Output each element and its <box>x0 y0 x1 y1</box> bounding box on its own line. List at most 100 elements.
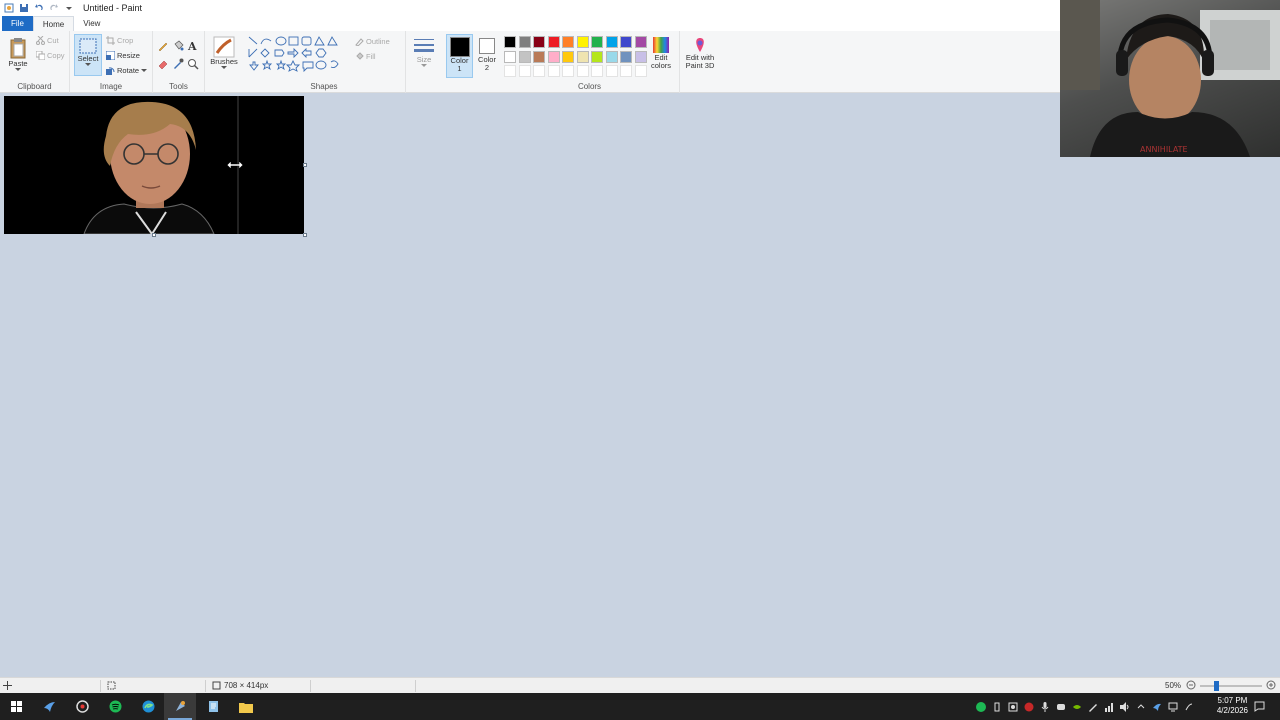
discord-tray-icon[interactable] <box>1055 701 1066 712</box>
shapes-group-label: Shapes <box>310 82 338 91</box>
custom-color-slot[interactable] <box>504 65 516 77</box>
microphone-tray-icon[interactable] <box>1039 701 1050 712</box>
custom-color-slot[interactable] <box>533 65 545 77</box>
custom-color-slot[interactable] <box>576 65 589 77</box>
zoom-in-icon[interactable] <box>1266 680 1276 692</box>
selection-size-icon <box>107 681 116 692</box>
custom-color-slot[interactable] <box>591 65 603 77</box>
color-swatch[interactable] <box>576 50 589 63</box>
network-tray-icon[interactable] <box>1103 701 1114 712</box>
color-swatch[interactable] <box>533 50 545 63</box>
copy-button[interactable]: Copy <box>36 51 65 60</box>
color-swatch[interactable] <box>591 50 603 63</box>
color-swatch[interactable] <box>634 36 647 48</box>
resize-handle-right[interactable] <box>303 163 307 167</box>
custom-color-slot[interactable] <box>620 65 632 77</box>
chevron-up-icon[interactable] <box>1135 701 1146 712</box>
custom-color-slot[interactable] <box>547 65 560 77</box>
spotify-tray-icon[interactable] <box>975 701 986 712</box>
color-swatch[interactable] <box>518 36 531 48</box>
color2-button[interactable]: Color 2 <box>476 36 498 72</box>
customize-toolbar-chevron-icon[interactable] <box>63 2 75 14</box>
color-swatch[interactable] <box>504 50 516 63</box>
color-swatch[interactable] <box>547 36 560 48</box>
color-swatch[interactable] <box>547 50 560 63</box>
color-swatch[interactable] <box>634 50 647 63</box>
color-swatch[interactable] <box>562 36 574 48</box>
resize-handle-corner[interactable] <box>303 233 307 237</box>
edit-colors-button[interactable]: Edit colors <box>647 36 675 70</box>
display-tray-icon[interactable] <box>1167 701 1178 712</box>
zoom-out-icon[interactable] <box>1186 680 1196 692</box>
paste-icon <box>10 38 26 59</box>
taskbar-app-notepad[interactable] <box>197 693 229 720</box>
folder-icon <box>239 702 253 713</box>
undo-icon[interactable] <box>33 2 45 14</box>
color-swatch[interactable] <box>605 36 618 48</box>
color-swatch[interactable] <box>518 50 531 63</box>
notifications-icon[interactable] <box>1254 701 1265 712</box>
color-swatch[interactable] <box>504 36 516 48</box>
pencil-icon[interactable] <box>157 40 169 52</box>
app-tray-icon[interactable] <box>1007 701 1018 712</box>
color-swatch[interactable] <box>576 36 589 48</box>
eraser-icon[interactable] <box>157 58 169 70</box>
antivirus-tray-icon[interactable] <box>1023 701 1034 712</box>
spotify-icon <box>109 700 121 713</box>
text-icon[interactable]: A <box>187 40 199 53</box>
cut-button[interactable]: Cut <box>36 36 59 45</box>
custom-color-slot[interactable] <box>605 65 618 77</box>
save-icon[interactable] <box>18 2 30 14</box>
custom-color-slot[interactable] <box>634 65 647 77</box>
rotate-button[interactable]: Rotate <box>106 66 148 75</box>
usb-tray-icon[interactable] <box>991 701 1002 712</box>
redo-icon[interactable] <box>48 2 60 14</box>
outline-button[interactable]: Outline <box>355 37 390 46</box>
size-button[interactable]: Size <box>411 36 437 68</box>
select-button[interactable]: Select <box>74 34 102 76</box>
tab-home[interactable]: Home <box>32 16 75 31</box>
fill-bucket-icon[interactable] <box>172 40 184 52</box>
fill-button[interactable]: Fill <box>355 52 376 61</box>
color-picker-icon[interactable] <box>172 58 184 70</box>
color-swatch[interactable] <box>620 36 632 48</box>
taskbar-app-2[interactable] <box>66 693 98 720</box>
taskbar-edge[interactable] <box>132 693 164 720</box>
custom-color-slot[interactable] <box>518 65 531 77</box>
pen-tray-icon[interactable] <box>1087 701 1098 712</box>
taskbar-clock[interactable]: 5:07 PM 4/2/2026 <box>1217 696 1248 716</box>
start-button[interactable] <box>0 693 32 720</box>
bird-tray-icon[interactable] <box>1151 701 1162 712</box>
volume-tray-icon[interactable] <box>1119 701 1130 712</box>
crop-button[interactable]: Crop <box>106 36 133 45</box>
edit-with-paint3d-button[interactable]: Edit with Paint 3D <box>683 36 717 70</box>
color-swatch[interactable] <box>562 50 574 63</box>
taskbar-paint[interactable] <box>164 693 196 720</box>
zoom-slider-track[interactable] <box>1200 685 1262 687</box>
tab-view[interactable]: View <box>74 16 109 31</box>
paste-button[interactable]: Paste <box>6 36 30 72</box>
color1-button[interactable]: Color 1 <box>446 34 473 78</box>
canvas-image[interactable] <box>4 96 304 234</box>
color-swatch[interactable] <box>620 50 632 63</box>
taskbar-spotify[interactable] <box>99 693 131 720</box>
nvidia-tray-icon[interactable] <box>1071 701 1082 712</box>
magnifier-icon[interactable] <box>187 58 199 70</box>
resize-handle-bottom[interactable] <box>152 233 156 237</box>
tab-file[interactable]: File <box>2 16 33 31</box>
clock-time: 5:07 PM <box>1217 696 1248 705</box>
zoom-slider-thumb[interactable] <box>1214 681 1219 691</box>
shapes-gallery[interactable] <box>247 35 347 75</box>
custom-color-slot[interactable] <box>562 65 574 77</box>
color-swatch[interactable] <box>605 50 618 63</box>
color-swatch[interactable] <box>533 36 545 48</box>
brushes-button[interactable]: Brushes <box>209 36 239 70</box>
status-divider <box>100 680 101 692</box>
taskbar-app-1[interactable] <box>33 693 65 720</box>
taskbar-file-explorer[interactable] <box>230 693 262 720</box>
pen-workspace-tray-icon[interactable] <box>1183 701 1194 712</box>
color-swatch[interactable] <box>591 36 603 48</box>
copy-label: Copy <box>47 51 65 60</box>
resize-button[interactable]: Resize <box>106 51 140 60</box>
chevron-down-icon <box>85 63 91 66</box>
